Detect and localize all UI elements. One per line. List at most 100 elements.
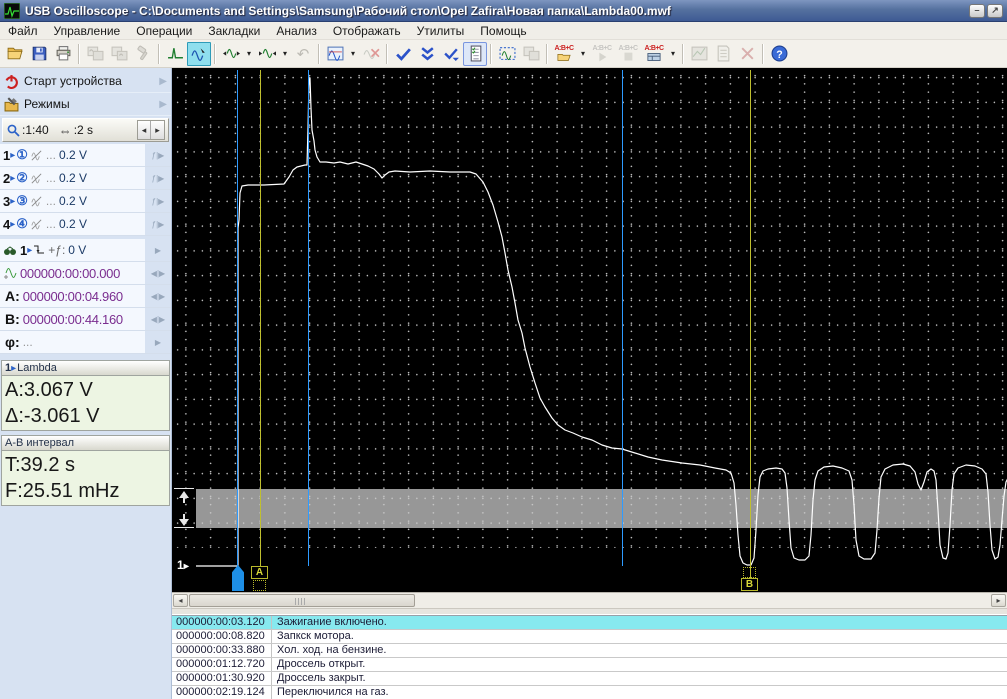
cursor-b-value[interactable]: 000000:00:44.160 [23,312,123,327]
log-row[interactable]: 000000:01:12.720 Дроссель открыт. [172,658,1007,672]
log-text: Переключился на газ. [272,686,389,699]
cursor-b-handle[interactable] [743,567,756,578]
menu-analysis[interactable]: Анализ [268,23,325,39]
log-text: Запкск мотора. [272,630,354,643]
scale-time-row[interactable]: :1:40 ⇔ :2 s ◂ ▸ [2,118,169,142]
scale-value[interactable]: :1:40 [22,123,49,137]
channel-1-zero-label[interactable]: 1▸ [177,558,189,572]
event-log: 000000:00:03.120 Зажигание включено. 000… [172,615,1007,699]
scroll-left-button[interactable]: ◂ [173,594,188,607]
oscilloscope-display[interactable]: A B 1▸ [172,68,1007,592]
cursor-b-row[interactable]: B: 000000:00:44.160 ◀|▶ [0,308,171,331]
start-device-row[interactable]: Старт устройства ▶ [0,70,171,93]
abc-label: A:B+C [644,45,663,52]
selected-waveform-button[interactable] [187,42,211,66]
phase-expand-control[interactable]: ▶ [145,331,171,353]
chevron-right-icon[interactable]: ▶ [159,99,167,110]
cursor-b-line[interactable] [750,70,751,578]
abc-panel-dropdown[interactable]: ▾ [667,42,679,66]
lambda-values: A:3.067 V Δ:-3.061 V [1,376,170,431]
stretch-dropdown[interactable]: ▾ [243,42,255,66]
cursor-a-line[interactable] [260,70,261,566]
scrollbar-thumb[interactable] [189,594,415,607]
menu-control[interactable]: Управление [46,23,129,39]
shrink-horizontal-button[interactable] [255,42,279,66]
print-button[interactable] [51,42,75,66]
pin-button[interactable]: ↗ [987,4,1003,18]
tools-button [131,42,155,66]
channel-scale-value[interactable]: 0.2 V [59,148,87,162]
channel-expand-control[interactable]: ƒ|▶ [145,190,171,212]
abc-panel-button[interactable]: A:B+C [641,42,667,66]
modes-row[interactable]: Режимы ▶ [0,93,171,116]
channel-scale-value[interactable]: 0.2 V [59,217,87,231]
phase-row[interactable]: φ: ... ▶ [0,331,171,354]
paste-signal-button [107,42,131,66]
position-adjust-control[interactable]: ◀|▶ [145,262,171,284]
menu-file[interactable]: Файл [0,23,46,39]
single-capture-button[interactable] [163,42,187,66]
apply-next-button[interactable] [439,42,463,66]
menu-operations[interactable]: Операции [128,23,200,39]
event-marker-line-2[interactable] [308,70,309,566]
minimize-button[interactable]: – [969,4,985,18]
cursor-a-value[interactable]: 000000:00:04.960 [23,289,123,304]
menu-utilities[interactable]: Утилиты [409,23,473,39]
apply-all-down-button[interactable] [415,42,439,66]
position-value[interactable]: 000000:00:00.000 [20,266,120,281]
log-time: 000000:00:03.120 [172,616,272,629]
help-button[interactable]: ? [767,42,791,66]
trigger-expand-control[interactable]: ▶ [145,239,171,261]
menu-help[interactable]: Помощь [472,23,534,39]
chevron-right-icon[interactable]: ▶ [159,76,167,87]
channel-row-1[interactable]: 1▸ ① ... 0.2 V ƒ|▶ [0,144,171,167]
horizontal-scrollbar[interactable]: ◂ ▸ [172,592,1007,608]
cursor-a-handle[interactable] [253,580,266,591]
log-panel-toggle-button[interactable] [463,42,487,66]
channel-dots: ... [46,171,56,185]
channel-expand-control[interactable]: ƒ|▶ [145,213,171,235]
log-row[interactable]: 000000:01:30.920 Дроссель закрыт. [172,672,1007,686]
channel-scale-value[interactable]: 0.2 V [59,171,87,185]
scale-step-left[interactable]: ◂ [138,121,151,139]
cursor-a-voltage: A:3.067 V [5,377,166,403]
abc-open-dropdown[interactable]: ▾ [577,42,589,66]
trigger-row[interactable]: 1▸ +ƒ: 0 V ▶ [0,239,171,262]
cursor-a-row[interactable]: A: 000000:00:04.960 ◀|▶ [0,285,171,308]
cursor-a-adjust-control[interactable]: ◀|▶ [145,285,171,307]
channel-scale-value[interactable]: 0.2 V [59,194,87,208]
cursor-b-adjust-control[interactable]: ◀|▶ [145,308,171,330]
apply-check-button[interactable] [391,42,415,66]
channel-expand-control[interactable]: ƒ|▶ [145,167,171,189]
trigger-level-value[interactable]: 0 V [68,243,86,257]
position-row[interactable]: 000000:00:00.000 ◀|▶ [0,262,171,285]
cursor-b-flag[interactable]: B [741,578,758,591]
stretch-horizontal-button[interactable] [219,42,243,66]
channel-row-2[interactable]: 2▸ ② ... 0.2 V ƒ|▶ [0,167,171,190]
channel-row-3[interactable]: 3▸ ③ ... 0.2 V ƒ|▶ [0,190,171,213]
scroll-right-button[interactable]: ▸ [991,594,1006,607]
main-area: Старт устройства ▶ Режимы ▶ :1:40 ⇔ :2 s… [0,68,1007,699]
channel-expand-control[interactable]: ƒ|▶ [145,144,171,166]
panel-splitter[interactable] [172,608,1007,615]
open-button[interactable] [3,42,27,66]
event-marker-line-3[interactable] [622,70,623,566]
log-row[interactable]: 000000:00:33.880 Хол. ход. на бензине. [172,644,1007,658]
menu-view[interactable]: Отображать [325,23,409,39]
scale-step-right[interactable]: ▸ [151,121,164,139]
abc-open-button[interactable]: A:B+C [551,42,577,66]
log-row[interactable]: 000000:02:19.124 Переключился на газ. [172,686,1007,699]
cursor-a-flag[interactable]: A [251,566,268,579]
time-per-div-value[interactable]: :2 s [74,123,93,137]
save-button[interactable] [27,42,51,66]
select-range-button[interactable] [495,42,519,66]
window-title: USB Oscilloscope - C:\Documents and Sett… [25,4,967,18]
event-marker-line-1[interactable] [237,70,238,590]
shrink-dropdown[interactable]: ▾ [279,42,291,66]
view-mode-dropdown[interactable]: ▾ [347,42,359,66]
log-row[interactable]: 000000:00:08.820 Запкск мотора. [172,630,1007,644]
view-mode-button[interactable] [323,42,347,66]
channel-row-4[interactable]: 4▸ ④ ... 0.2 V ƒ|▶ [0,213,171,236]
log-row[interactable]: 000000:00:03.120 Зажигание включено. [172,616,1007,630]
menu-bookmarks[interactable]: Закладки [200,23,268,39]
